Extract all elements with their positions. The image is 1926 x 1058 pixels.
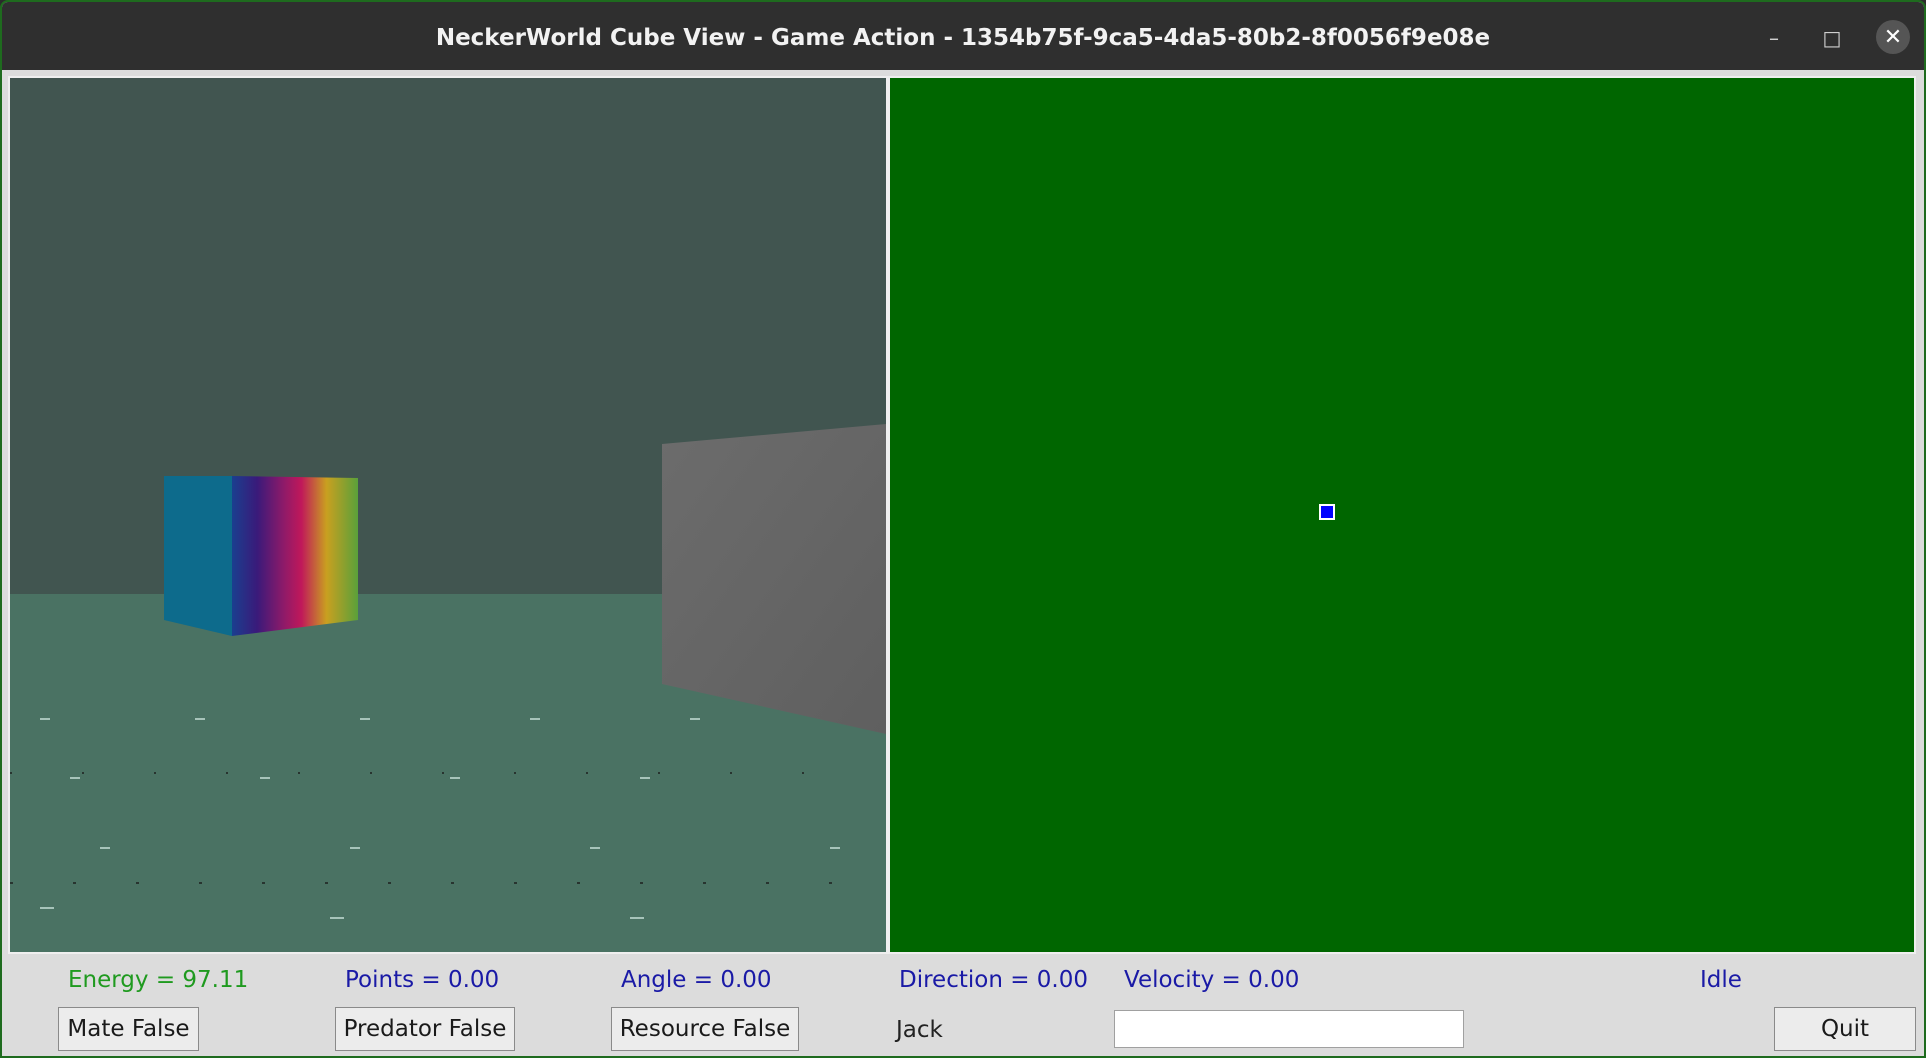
points-readout: Points = 0.00	[345, 967, 500, 993]
scene-svg	[10, 78, 886, 952]
close-icon[interactable]: ✕	[1876, 20, 1910, 54]
maximize-icon[interactable]: □	[1818, 24, 1846, 52]
cube-front-face	[232, 476, 358, 636]
cube-left-face	[164, 476, 232, 636]
command-input[interactable]	[1114, 1010, 1464, 1048]
predator-button[interactable]: Predator False	[335, 1007, 515, 1051]
agent-name-label: Jack	[896, 1017, 943, 1043]
minimize-icon[interactable]: –	[1760, 24, 1788, 52]
quit-button[interactable]: Quit	[1774, 1007, 1916, 1051]
energy-readout: Energy = 97.11	[68, 967, 249, 993]
velocity-readout: Velocity = 0.00	[1124, 967, 1300, 993]
window-title: NeckerWorld Cube View - Game Action - 13…	[435, 25, 1491, 51]
world-map	[888, 76, 1916, 954]
wall	[662, 424, 886, 734]
title-bar: NeckerWorld Cube View - Game Action - 13…	[2, 2, 1924, 70]
state-readout: Idle	[1700, 967, 1742, 993]
game-window: NeckerWorld Cube View - Game Action - 13…	[0, 0, 1926, 1058]
agent-marker	[1319, 504, 1335, 520]
resource-button[interactable]: Resource False	[611, 1007, 799, 1051]
direction-readout: Direction = 0.00	[899, 967, 1089, 993]
angle-readout: Angle = 0.00	[621, 967, 772, 993]
cube-3d-view	[8, 76, 888, 954]
mate-button[interactable]: Mate False	[58, 1007, 199, 1051]
